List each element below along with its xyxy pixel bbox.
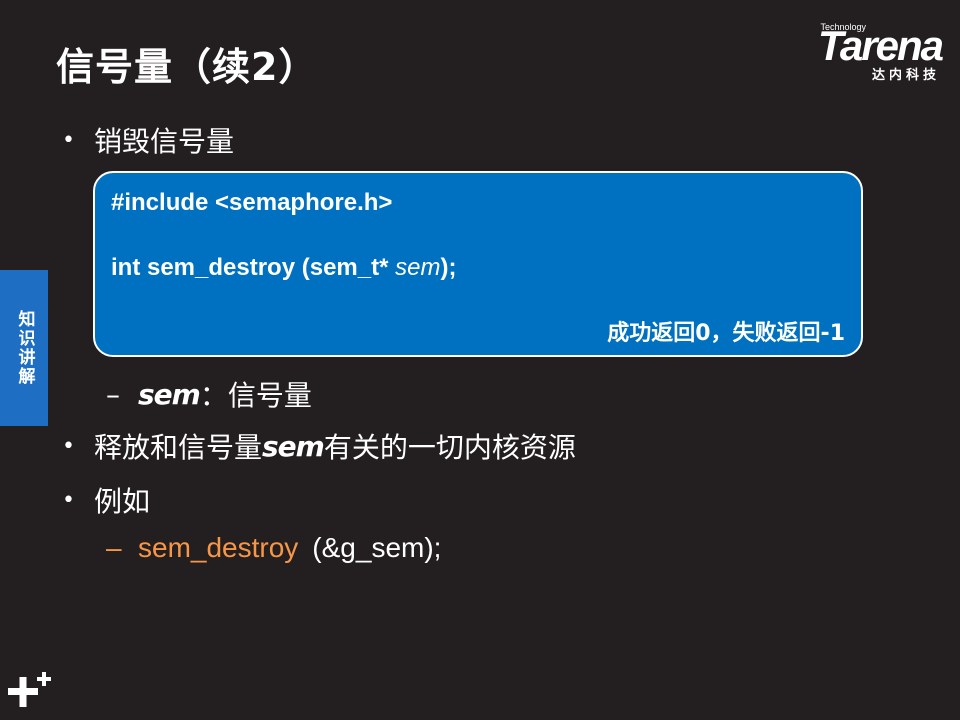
code-include-line: #include <semaphore.h> bbox=[111, 189, 393, 216]
side-tab[interactable]: 知识讲解 bbox=[0, 270, 48, 426]
signature-param: sem bbox=[395, 254, 441, 281]
logo-cn-name: 达内科技 bbox=[871, 68, 940, 83]
slide-title: 信号量（续2） bbox=[56, 45, 318, 89]
bullet-term: sem bbox=[262, 429, 325, 463]
bullet-example: • 例如 bbox=[62, 480, 150, 520]
bullet-dot: • bbox=[62, 127, 75, 153]
signature-suffix: ); bbox=[440, 254, 457, 281]
tarena-logo: Technology Tarena 达内科技 bbox=[772, 22, 944, 84]
bullet-text-prefix: 释放和信号量 bbox=[94, 431, 263, 464]
example-func: sem_destroy bbox=[138, 532, 299, 563]
code-block: #include <semaphore.h> int sem_destroy (… bbox=[93, 171, 863, 357]
bullet-text: 例如 bbox=[94, 485, 151, 518]
bullet-dot: • bbox=[62, 487, 75, 513]
bullet-destroy-semaphore: • 销毁信号量 bbox=[62, 120, 234, 160]
bullet-dot: • bbox=[62, 433, 75, 459]
sub-dash: – bbox=[106, 377, 120, 411]
example-code-item: – sem_destroy (&g_sem); bbox=[106, 532, 441, 564]
plus-plus-icon bbox=[8, 672, 51, 707]
side-tab-label: 知识讲解 bbox=[14, 310, 35, 386]
bullet-text-suffix: 有关的一切内核资源 bbox=[323, 431, 576, 464]
bullet-release-resources: • 释放和信号量 sem 有关的一切内核资源 bbox=[62, 426, 576, 466]
param-sem-item: – sem ：信号量 bbox=[106, 374, 312, 414]
bullet-text: 销毁信号量 bbox=[94, 125, 235, 158]
code-signature-line: int sem_destroy (sem_t* sem); bbox=[111, 254, 456, 282]
return-value-note: 成功返回0，失败返回-1 bbox=[607, 321, 845, 346]
signature-prefix: int sem_destroy (sem_t* bbox=[111, 254, 396, 281]
sub-dash: – bbox=[106, 532, 122, 563]
example-args: (&g_sem); bbox=[312, 532, 442, 563]
logo-wordmark: Tarena bbox=[817, 22, 944, 69]
param-desc: ：信号量 bbox=[199, 379, 312, 412]
param-name: sem bbox=[138, 377, 201, 411]
